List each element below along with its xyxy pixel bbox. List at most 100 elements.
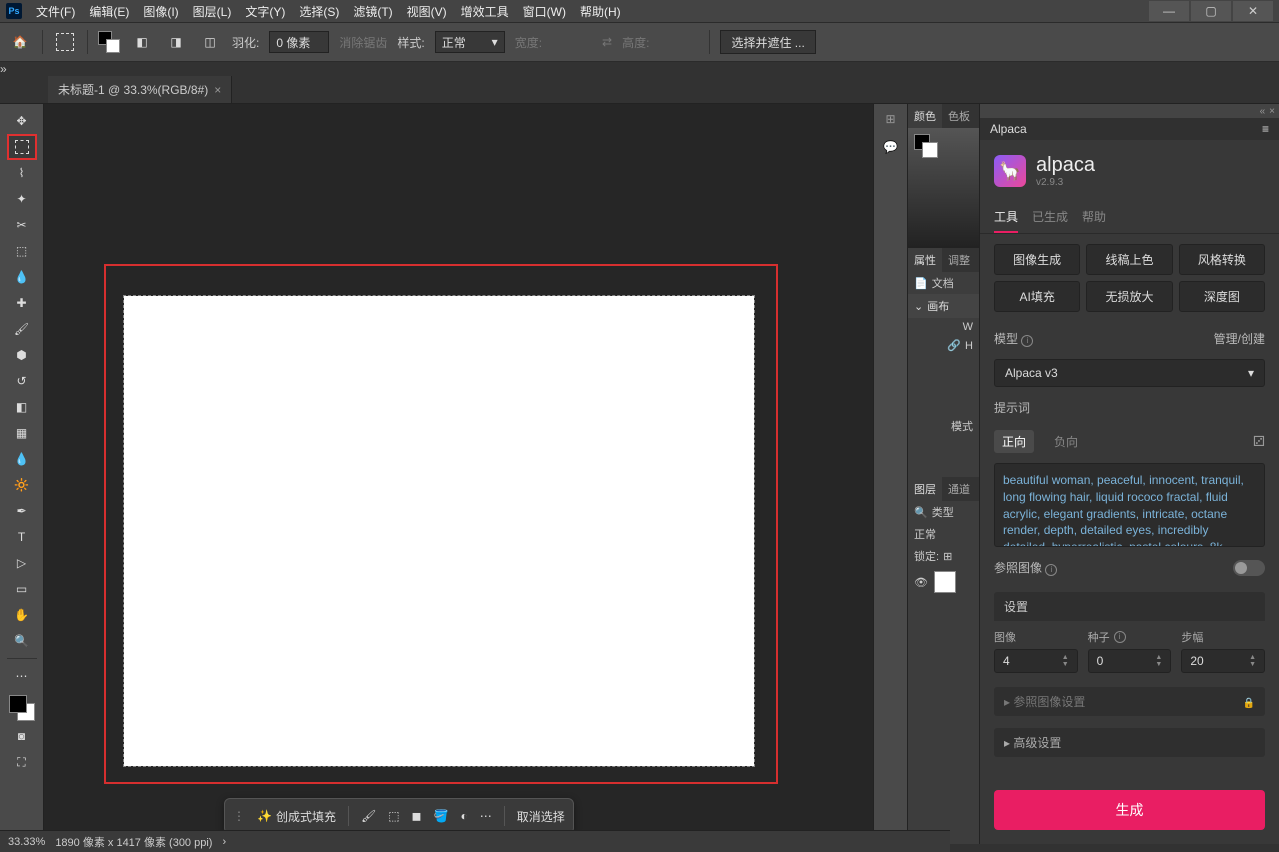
comment-icon[interactable]: 💬 xyxy=(883,140,898,154)
collapse-icon[interactable]: « xyxy=(1260,106,1266,117)
close-button[interactable]: ✕ xyxy=(1233,1,1273,21)
alpaca-tab-generated[interactable]: 已生成 xyxy=(1032,202,1068,233)
fill-icon[interactable]: ◼ xyxy=(412,809,422,823)
alpaca-tab-title[interactable]: Alpaca xyxy=(990,122,1027,136)
path-select-tool[interactable]: ▷ xyxy=(8,551,36,575)
close-panel-icon[interactable]: × xyxy=(1269,106,1275,117)
feather-input[interactable] xyxy=(269,31,329,53)
images-input[interactable]: 4▲▼ xyxy=(994,649,1078,673)
ref-toggle[interactable] xyxy=(1233,560,1265,576)
info-icon[interactable]: i xyxy=(1114,631,1126,643)
quick-select-tool[interactable]: ✦ xyxy=(8,187,36,211)
doc-dimensions[interactable]: 1890 像素 x 1417 像素 (300 ppi) xyxy=(55,834,212,850)
btn-upscale[interactable]: 无损放大 xyxy=(1086,281,1172,312)
seed-input[interactable]: 0▲▼ xyxy=(1088,649,1172,673)
style-select[interactable]: 正常▾ xyxy=(435,31,505,53)
menu-select[interactable]: 选择(S) xyxy=(293,1,345,22)
info-icon[interactable]: i xyxy=(1021,335,1033,347)
tab-color[interactable]: 颜色 xyxy=(908,104,942,128)
prompt-textarea[interactable]: beautiful woman, peaceful, innocent, tra… xyxy=(994,463,1265,547)
lock-icons[interactable]: ⊞ xyxy=(943,550,952,563)
menu-help[interactable]: 帮助(H) xyxy=(574,1,627,22)
tab-adjustments[interactable]: 调整 xyxy=(942,248,976,272)
gradient-tool[interactable]: ▦ xyxy=(8,421,36,445)
btn-style[interactable]: 风格转换 xyxy=(1179,244,1265,275)
prompt-negative-tab[interactable]: 负向 xyxy=(1046,430,1086,453)
menu-type[interactable]: 文字(Y) xyxy=(239,1,291,22)
deselect-button[interactable]: 取消选择 xyxy=(517,808,565,825)
hand-tool[interactable]: ✋ xyxy=(8,603,36,627)
selection-add-icon[interactable]: ◧ xyxy=(130,30,154,54)
menu-filter[interactable]: 滤镜(T) xyxy=(347,1,398,22)
canvas-section[interactable]: ⌄画布 xyxy=(908,294,979,318)
close-tab-icon[interactable]: × xyxy=(214,83,221,97)
steps-input[interactable]: 20▲▼ xyxy=(1181,649,1265,673)
menu-view[interactable]: 视图(V) xyxy=(401,1,453,22)
panel-toggle-icon[interactable]: » xyxy=(0,62,7,76)
layer-row[interactable]: 👁 xyxy=(908,567,979,597)
panel-icon[interactable]: ⊞ xyxy=(885,112,895,126)
info-icon[interactable]: i xyxy=(1045,564,1057,576)
eyedropper-tool[interactable]: 💧 xyxy=(8,265,36,289)
dodge-tool[interactable]: 🔆 xyxy=(8,473,36,497)
color-picker-swatch[interactable] xyxy=(914,134,938,158)
type-tool[interactable]: T xyxy=(8,525,36,549)
marquee-tool[interactable] xyxy=(8,135,36,159)
menu-image[interactable]: 图像(I) xyxy=(137,1,184,22)
bucket-icon[interactable]: 🪣 xyxy=(434,809,449,823)
menu-edit[interactable]: 编辑(E) xyxy=(83,1,135,22)
document-tab[interactable]: 未标题-1 @ 33.3%(RGB/8#) × xyxy=(48,76,232,103)
tab-swatches[interactable]: 色板 xyxy=(942,104,976,128)
stamp-tool[interactable]: ⬢ xyxy=(8,343,36,367)
invert-icon[interactable]: ◐ xyxy=(460,809,467,823)
brush-tool[interactable]: 🖌 xyxy=(8,317,36,341)
alpaca-tab-help[interactable]: 帮助 xyxy=(1082,202,1106,233)
link-icon[interactable]: 🔗 xyxy=(947,339,961,352)
tool-preset[interactable] xyxy=(53,30,77,54)
menu-layer[interactable]: 图层(L) xyxy=(187,1,238,22)
shape-tool[interactable]: ▭ xyxy=(8,577,36,601)
zoom-value[interactable]: 33.33% xyxy=(8,836,45,848)
generate-button[interactable]: 生成 xyxy=(994,790,1265,830)
tab-channels[interactable]: 通道 xyxy=(942,477,976,501)
blend-mode[interactable]: 正常 xyxy=(914,526,936,542)
menu-file[interactable]: 文件(F) xyxy=(30,1,81,22)
healing-tool[interactable]: ✚ xyxy=(8,291,36,315)
frame-tool[interactable]: ⬚ xyxy=(8,239,36,263)
tab-layers[interactable]: 图层 xyxy=(908,477,942,501)
select-mask-button[interactable]: 选择并遮住 ... xyxy=(720,30,815,54)
selection-mode-new[interactable] xyxy=(98,31,120,53)
adjust-icon[interactable]: ⬚ xyxy=(388,809,399,823)
btn-lineart[interactable]: 线稿上色 xyxy=(1086,244,1172,275)
more-icon[interactable]: ⋯ xyxy=(480,809,492,823)
brush-icon[interactable]: 🖌 xyxy=(361,809,376,823)
canvas-area[interactable]: ⋮ ✨ 创成式填充 🖌 ⬚ ◼ 🪣 ◐ ⋯ 取消选择 xyxy=(44,104,873,844)
history-brush-tool[interactable]: ↺ xyxy=(8,369,36,393)
pen-tool[interactable]: ✒ xyxy=(8,499,36,523)
move-tool[interactable]: ✥ xyxy=(8,109,36,133)
menu-plugins[interactable]: 增效工具 xyxy=(455,1,515,22)
random-icon[interactable] xyxy=(1253,433,1265,450)
menu-icon[interactable]: ≡ xyxy=(1262,122,1269,136)
chevron-right-icon[interactable]: › xyxy=(222,836,226,848)
generative-fill-button[interactable]: ✨ 创成式填充 xyxy=(257,808,336,825)
screenmode-tool[interactable]: ⛶ xyxy=(8,750,36,774)
color-swatches[interactable] xyxy=(7,693,37,723)
prompt-positive-tab[interactable]: 正向 xyxy=(994,430,1034,453)
alpaca-tab-tools[interactable]: 工具 xyxy=(994,202,1018,233)
crop-tool[interactable]: ✂ xyxy=(8,213,36,237)
zoom-tool[interactable]: 🔍 xyxy=(8,629,36,653)
canvas[interactable] xyxy=(124,296,754,766)
tab-properties[interactable]: 属性 xyxy=(908,248,942,272)
visibility-icon[interactable]: 👁 xyxy=(914,576,928,589)
quickmask-tool[interactable]: ◙ xyxy=(8,724,36,748)
btn-aifill[interactable]: AI填充 xyxy=(994,281,1080,312)
edit-toolbar[interactable]: ⋯ xyxy=(8,664,36,688)
maximize-button[interactable]: ▢ xyxy=(1191,1,1231,21)
btn-depth[interactable]: 深度图 xyxy=(1179,281,1265,312)
home-icon[interactable]: 🏠 xyxy=(8,30,32,54)
minimize-button[interactable]: — xyxy=(1149,1,1189,21)
btn-imagegen[interactable]: 图像生成 xyxy=(994,244,1080,275)
eraser-tool[interactable]: ◧ xyxy=(8,395,36,419)
selection-intersect-icon[interactable]: ◫ xyxy=(198,30,222,54)
